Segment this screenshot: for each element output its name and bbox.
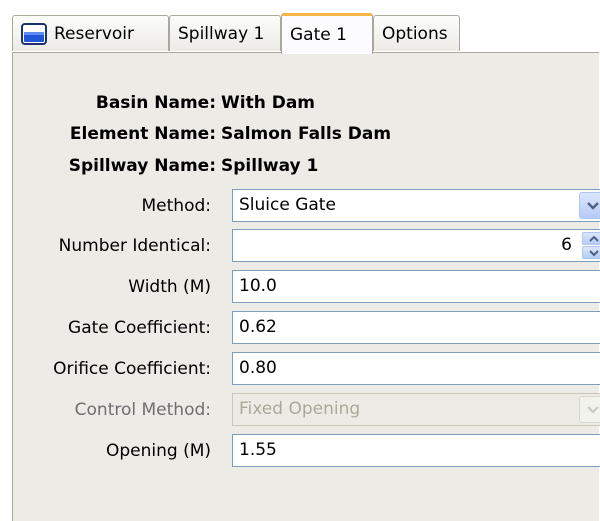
method-dropdown-button[interactable] xyxy=(579,192,600,219)
spillway-name-label: Spillway Name: xyxy=(68,156,216,176)
spillway-name-value: Spillway 1 xyxy=(221,156,319,176)
control-method-dropdown-button xyxy=(579,396,600,423)
spillway-name-label-wrap: Spillway Name: xyxy=(13,154,216,178)
opening-label: Opening (M) xyxy=(105,441,211,461)
chevron-down-icon xyxy=(589,249,599,256)
control-method-select: Fixed Opening xyxy=(232,393,600,426)
opening-input[interactable]: 1.55 xyxy=(232,434,600,467)
chevron-down-icon xyxy=(586,201,599,210)
width-label: Width (M) xyxy=(128,277,211,297)
spin-down-button[interactable] xyxy=(582,246,600,259)
tab-spillway-1-label: Spillway 1 xyxy=(178,23,265,44)
method-value: Sluice Gate xyxy=(239,195,336,215)
control-method-value: Fixed Opening xyxy=(239,399,361,419)
tab-options[interactable]: Options xyxy=(373,15,460,51)
element-name-value: Salmon Falls Dam xyxy=(221,124,392,144)
number-identical-label: Number Identical: xyxy=(58,236,211,256)
reservoir-icon xyxy=(21,22,47,45)
tab-reservoir[interactable]: Reservoir xyxy=(12,15,169,51)
tab-gate-1-label: Gate 1 xyxy=(290,25,347,45)
method-label: Method: xyxy=(141,196,212,216)
method-select[interactable]: Sluice Gate xyxy=(232,189,600,222)
number-identical-value: 6 xyxy=(561,235,572,255)
number-identical-spin-buttons xyxy=(582,232,600,259)
chevron-down-icon xyxy=(586,405,599,414)
basin-name-label: Basin Name: xyxy=(95,93,216,113)
tab-gate-1[interactable]: Gate 1 xyxy=(281,13,373,54)
tab-options-label: Options xyxy=(382,23,448,44)
opening-value: 1.55 xyxy=(239,440,277,460)
gate-coefficient-input[interactable]: 0.62 xyxy=(232,311,600,344)
gate-editor-window: Reservoir Spillway 1 Gate 1 Options Basi… xyxy=(0,0,600,521)
orifice-coefficient-label: Orifice Coefficient: xyxy=(53,359,211,379)
control-method-label: Control Method: xyxy=(74,400,211,420)
basin-name-label-wrap: Basin Name: xyxy=(13,91,216,115)
width-input[interactable]: 10.0 xyxy=(232,270,600,303)
tab-spillway-1[interactable]: Spillway 1 xyxy=(169,15,281,51)
orifice-coefficient-value: 0.80 xyxy=(239,358,277,378)
gate-coefficient-value: 0.62 xyxy=(239,317,277,337)
gate-panel: Basin Name: With Dam Element Name: Salmo… xyxy=(12,52,600,521)
spin-up-button[interactable] xyxy=(582,232,600,245)
width-value: 10.0 xyxy=(239,276,277,296)
number-identical-spinner[interactable]: 6 xyxy=(232,229,600,262)
basin-name-value: With Dam xyxy=(221,93,316,113)
orifice-coefficient-input[interactable]: 0.80 xyxy=(232,352,600,385)
element-name-label-wrap: Element Name: xyxy=(13,122,216,146)
chevron-up-icon xyxy=(589,235,599,242)
tab-strip: Reservoir Spillway 1 Gate 1 Options xyxy=(12,13,600,54)
element-name-label: Element Name: xyxy=(69,124,216,144)
gate-coefficient-label: Gate Coefficient: xyxy=(68,318,211,338)
tab-reservoir-label: Reservoir xyxy=(54,23,134,44)
